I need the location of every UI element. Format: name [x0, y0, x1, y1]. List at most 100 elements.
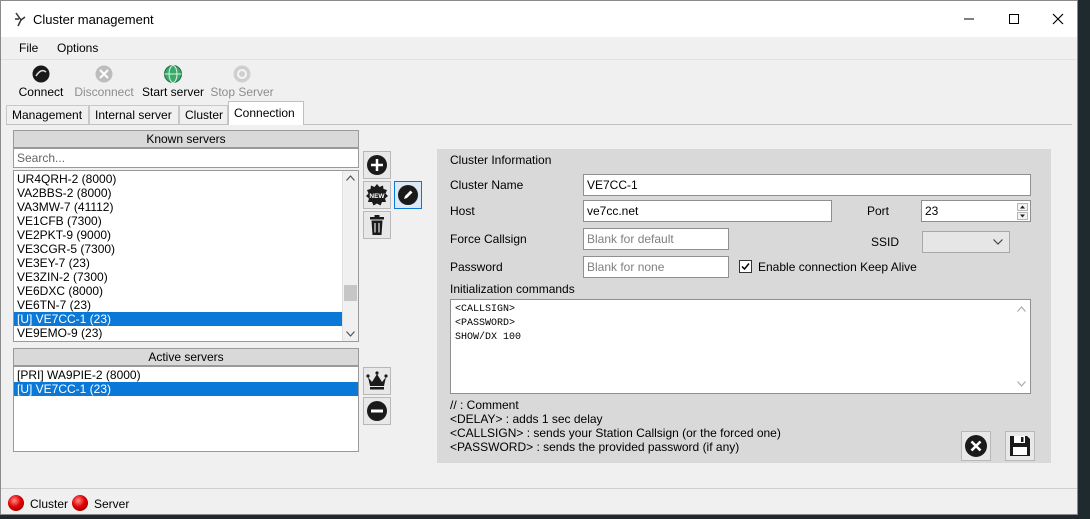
crown-icon: [366, 371, 388, 390]
cluster-name-field[interactable]: VE7CC-1: [583, 174, 1031, 196]
minus-circle-icon: [367, 401, 387, 421]
trash-icon: [370, 215, 384, 235]
hint-callsign: <CALLSIGN> : sends your Station Callsign…: [450, 426, 781, 440]
list-item[interactable]: VA2BBS-2 (8000): [14, 186, 358, 200]
list-item[interactable]: VE3ZIN-2 (7300): [14, 270, 358, 284]
force-callsign-label: Force Callsign: [450, 232, 527, 246]
new-badge-icon: NEW: [366, 184, 388, 206]
known-servers-header: Known servers: [13, 130, 359, 148]
edit-icon: [398, 185, 418, 205]
close-icon: [1052, 13, 1064, 25]
known-servers-scrollbar[interactable]: [342, 171, 358, 341]
checkmark-icon: [741, 263, 750, 271]
spin-down-icon[interactable]: [1017, 212, 1028, 220]
start-server-button[interactable]: Start server: [141, 64, 205, 100]
list-item[interactable]: VE2PKT-9 (9000): [14, 228, 358, 242]
keepalive-label: Enable connection Keep Alive: [758, 260, 917, 274]
active-servers-list[interactable]: [PRI] WA9PIE-2 (8000) [U] VE7CC-1 (23): [13, 366, 359, 452]
tab-connection[interactable]: Connection: [228, 101, 304, 125]
connect-icon: [32, 65, 50, 83]
server-status-label: Server: [94, 497, 130, 511]
stop-server-icon: [233, 65, 251, 83]
stop-server-label: Stop Server: [210, 85, 274, 99]
start-server-label: Start server: [141, 85, 204, 99]
init-commands-label: Initialization commands: [450, 282, 575, 296]
chevron-down-icon: [993, 239, 1003, 245]
cancel-button[interactable]: [961, 431, 991, 461]
list-item[interactable]: [PRI] WA9PIE-2 (8000): [14, 368, 358, 382]
port-stepper[interactable]: 23: [921, 200, 1031, 222]
menu-options[interactable]: Options: [57, 41, 98, 55]
scroll-up-icon: [346, 175, 355, 181]
toolbar: Connect Disconnect Start server Stop Ser…: [1, 59, 1077, 102]
scroll-down-icon: [1017, 381, 1026, 387]
cluster-info-header: Cluster Information: [450, 153, 552, 167]
menu-file[interactable]: File: [19, 41, 38, 55]
init-commands-textarea[interactable]: <CALLSIGN> <PASSWORD> SHOW/DX 100: [450, 299, 1031, 394]
disconnect-icon: [95, 65, 113, 83]
list-item[interactable]: VE3CGR-5 (7300): [14, 242, 358, 256]
hint-password: <PASSWORD> : sends the provided password…: [450, 440, 740, 454]
list-item[interactable]: VE1CFB (7300): [14, 214, 358, 228]
search-input[interactable]: Search...: [13, 148, 359, 168]
tab-internal-server[interactable]: Internal server: [89, 105, 179, 124]
list-item[interactable]: VA3MW-7 (41112): [14, 200, 358, 214]
hint-delay: <DELAY> : adds 1 sec delay: [450, 412, 603, 426]
list-item[interactable]: VE6DXC (8000): [14, 284, 358, 298]
init-line: SHOW/DX 100: [455, 332, 522, 343]
set-primary-button[interactable]: [363, 367, 391, 395]
host-label: Host: [450, 204, 475, 218]
list-item-selected[interactable]: [U] VE7CC-1 (23): [14, 312, 342, 326]
connect-button[interactable]: Connect: [15, 64, 67, 100]
close-window-button[interactable]: [1035, 1, 1077, 37]
init-line: <CALLSIGN>: [455, 304, 516, 315]
active-servers-header: Active servers: [13, 348, 359, 366]
list-item-selected[interactable]: [U] VE7CC-1 (23): [14, 382, 358, 396]
keepalive-checkbox[interactable]: [739, 260, 752, 273]
title-bar: Cluster management: [1, 1, 1077, 37]
disconnect-label: Disconnect: [74, 85, 134, 99]
list-item[interactable]: VE3EY-7 (23): [14, 256, 358, 270]
cluster-information-panel: Cluster Information Cluster Name VE7CC-1…: [437, 149, 1051, 463]
add-server-button[interactable]: [363, 151, 391, 179]
remove-active-button[interactable]: [363, 397, 391, 425]
maximize-button[interactable]: [991, 1, 1037, 37]
save-button[interactable]: [1005, 431, 1035, 461]
globe-icon: [164, 65, 182, 83]
tab-management[interactable]: Management: [6, 105, 89, 124]
disconnect-button[interactable]: Disconnect: [71, 64, 137, 100]
menu-bar: File Options: [1, 37, 1077, 59]
status-bar: Cluster Server: [1, 488, 1077, 514]
cluster-status-label: Cluster: [30, 497, 69, 511]
cluster-status-led: [8, 495, 24, 511]
cluster-name-label: Cluster Name: [450, 178, 524, 192]
maximize-icon: [1009, 14, 1019, 24]
ssid-select[interactable]: [922, 231, 1010, 253]
tab-cluster[interactable]: Cluster: [179, 105, 228, 124]
ssid-label: SSID: [871, 235, 900, 249]
known-servers-list[interactable]: UR4QRH-2 (8000) VA2BBS-2 (8000) VA3MW-7 …: [13, 170, 359, 342]
password-label: Password: [450, 260, 503, 274]
list-item[interactable]: UR4QRH-2 (8000): [14, 172, 358, 186]
scroll-thumb[interactable]: [344, 285, 357, 301]
host-field[interactable]: ve7cc.net: [583, 200, 832, 222]
password-field[interactable]: Blank for none: [583, 256, 729, 278]
list-item[interactable]: VE6TN-7 (23): [14, 298, 358, 312]
scroll-up-icon: [1017, 306, 1026, 312]
force-callsign-field[interactable]: Blank for default: [583, 228, 729, 250]
cancel-circle-icon: [965, 435, 987, 457]
new-server-button[interactable]: NEW: [363, 181, 391, 209]
delete-server-button[interactable]: [363, 211, 391, 239]
minimize-button[interactable]: [946, 1, 992, 37]
floppy-disk-icon: [1010, 436, 1030, 456]
stop-server-button[interactable]: Stop Server: [209, 64, 275, 100]
edit-server-button[interactable]: [394, 181, 422, 209]
spin-up-icon[interactable]: [1017, 203, 1028, 211]
server-status-led: [72, 495, 88, 511]
plus-circle-icon: [367, 155, 387, 175]
hint-comment: // : Comment: [450, 398, 519, 412]
cluster-management-window: Cluster management File Options Connect: [0, 0, 1078, 515]
list-item[interactable]: VE9EMO-9 (23): [14, 326, 358, 340]
port-label: Port: [867, 204, 890, 218]
minimize-icon: [964, 18, 974, 20]
